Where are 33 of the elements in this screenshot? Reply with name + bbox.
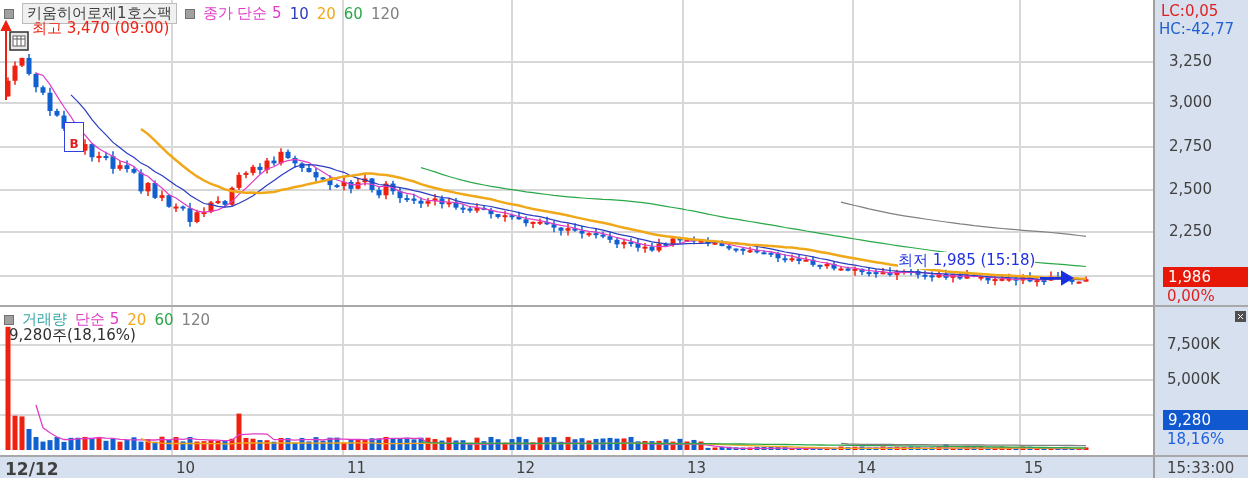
price-tick-label: 3,000 [1169, 94, 1212, 111]
current-volume-tag: 9,280 [1163, 410, 1248, 430]
legend-label: 거래량 [22, 310, 67, 328]
buy-marker: B [64, 122, 84, 152]
legend-label: 10 [289, 4, 309, 23]
volume-tick-label: 5,000K [1167, 371, 1220, 388]
date-label: 12/12 [5, 459, 59, 478]
legend-label: 종가 단순 5 [202, 4, 282, 23]
hc-label: HC:-42,77 [1159, 21, 1235, 38]
legend-label: 20 [127, 310, 147, 329]
price-tick-label: 2,500 [1169, 181, 1212, 198]
price-tick-label: 2,250 [1169, 223, 1212, 240]
legend-label: 60 [343, 4, 363, 23]
date-label: 15 [1024, 459, 1044, 477]
current-price-tag: 1,986 [1163, 267, 1248, 287]
low-price-label: 최저 1,985 (15:18) [898, 252, 1036, 269]
date-label: 12 [516, 459, 536, 477]
date-label: 11 [347, 459, 367, 477]
time-label: 15:33:00 [1167, 458, 1235, 478]
volume-ratio-label: 18,16% [1167, 431, 1225, 448]
date-label: 13 [687, 459, 707, 477]
lc-label: LC:0,05 [1161, 3, 1219, 20]
legend-label: 120 [181, 310, 211, 329]
legend-label: 20 [316, 4, 336, 23]
date-label: 10 [176, 459, 196, 477]
change-label: 0,00% [1167, 288, 1215, 305]
date-label: 14 [857, 459, 877, 477]
volume-tick-label: 7,500K [1167, 336, 1220, 353]
price-tick-label: 2,750 [1169, 138, 1212, 155]
legend-label: 단순 5 [75, 310, 120, 328]
legend-label: 120 [370, 4, 400, 23]
legend-label: 60 [154, 310, 174, 329]
price-tick-label: 3,250 [1169, 53, 1212, 70]
